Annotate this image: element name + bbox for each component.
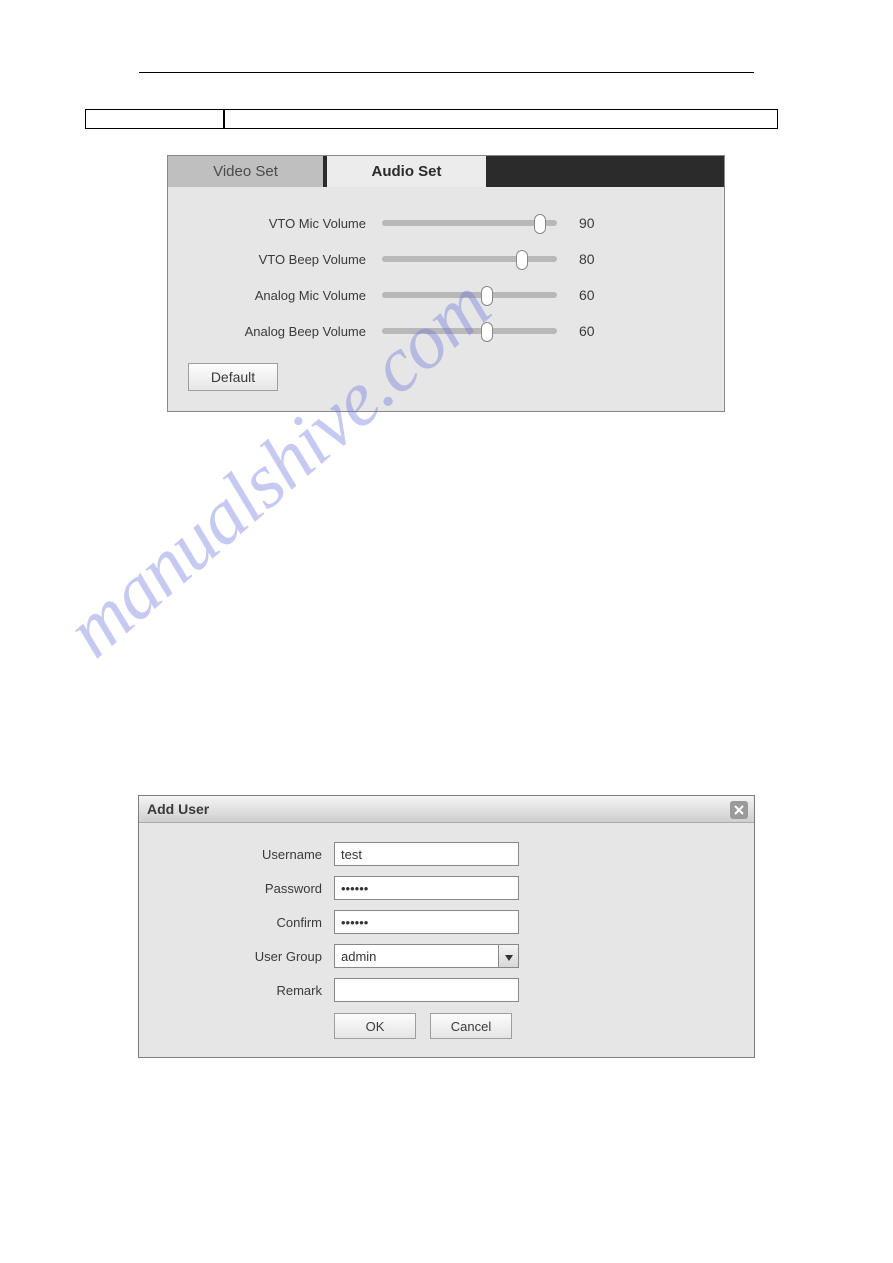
slider-row: VTO Beep Volume 80 [192,241,700,277]
slider-label: VTO Beep Volume [192,252,382,267]
slider-thumb[interactable] [481,322,493,342]
confirm-field[interactable] [334,910,519,934]
horizontal-rule [139,72,754,73]
remark-label: Remark [139,983,334,998]
add-user-dialog: Add User Username Password Confirm User … [138,795,755,1058]
slider-value: 90 [557,215,607,231]
username-label: Username [139,847,334,862]
tab-audio-set[interactable]: Audio Set [323,156,486,187]
tab-bar: Video Set Audio Set [168,156,724,187]
slider-track[interactable] [382,292,557,298]
slider-value: 80 [557,251,607,267]
slider-area: VTO Mic Volume 90 VTO Beep Volume 80 Analog … [168,187,724,349]
slider-label: Analog Mic Volume [192,288,382,303]
empty-parameter-table [85,109,778,129]
slider-track[interactable] [382,328,557,334]
audio-set-panel: Video Set Audio Set VTO Mic Volume90VTO … [167,155,725,412]
slider-value: 60 [557,323,607,339]
slider-label: Analog Beep Volume [192,324,382,339]
default-button[interactable]: Default [188,363,278,391]
remark-field[interactable] [334,978,519,1002]
chevron-down-icon [505,949,513,964]
dialog-title: Add User [147,801,209,817]
cancel-button[interactable]: Cancel [430,1013,512,1039]
dialog-title-bar: Add User [139,796,754,823]
slider-row: Analog Mic Volume 60 [192,277,700,313]
close-button[interactable] [730,801,748,819]
confirm-label: Confirm [139,915,334,930]
slider-thumb[interactable] [534,214,546,234]
slider-label: VTO Mic Volume [192,216,382,231]
slider-thumb[interactable] [516,250,528,270]
user-group-label: User Group [139,949,334,964]
slider-value: 60 [557,287,607,303]
tab-video-set[interactable]: Video Set [168,156,323,187]
table-cell [224,109,778,129]
ok-button[interactable]: OK [334,1013,416,1039]
dialog-body: Username Password Confirm User Group adm… [139,823,754,1039]
user-group-value: admin [341,949,376,964]
slider-track[interactable] [382,256,557,262]
slider-thumb[interactable] [481,286,493,306]
username-field[interactable] [334,842,519,866]
table-cell [85,109,224,129]
slider-row: Analog Beep Volume 60 [192,313,700,349]
slider-row: VTO Mic Volume 90 [192,205,700,241]
slider-track[interactable] [382,220,557,226]
user-group-select[interactable]: admin [334,944,519,968]
password-field[interactable] [334,876,519,900]
password-label: Password [139,881,334,896]
dropdown-button[interactable] [498,945,518,967]
close-icon [734,802,744,818]
